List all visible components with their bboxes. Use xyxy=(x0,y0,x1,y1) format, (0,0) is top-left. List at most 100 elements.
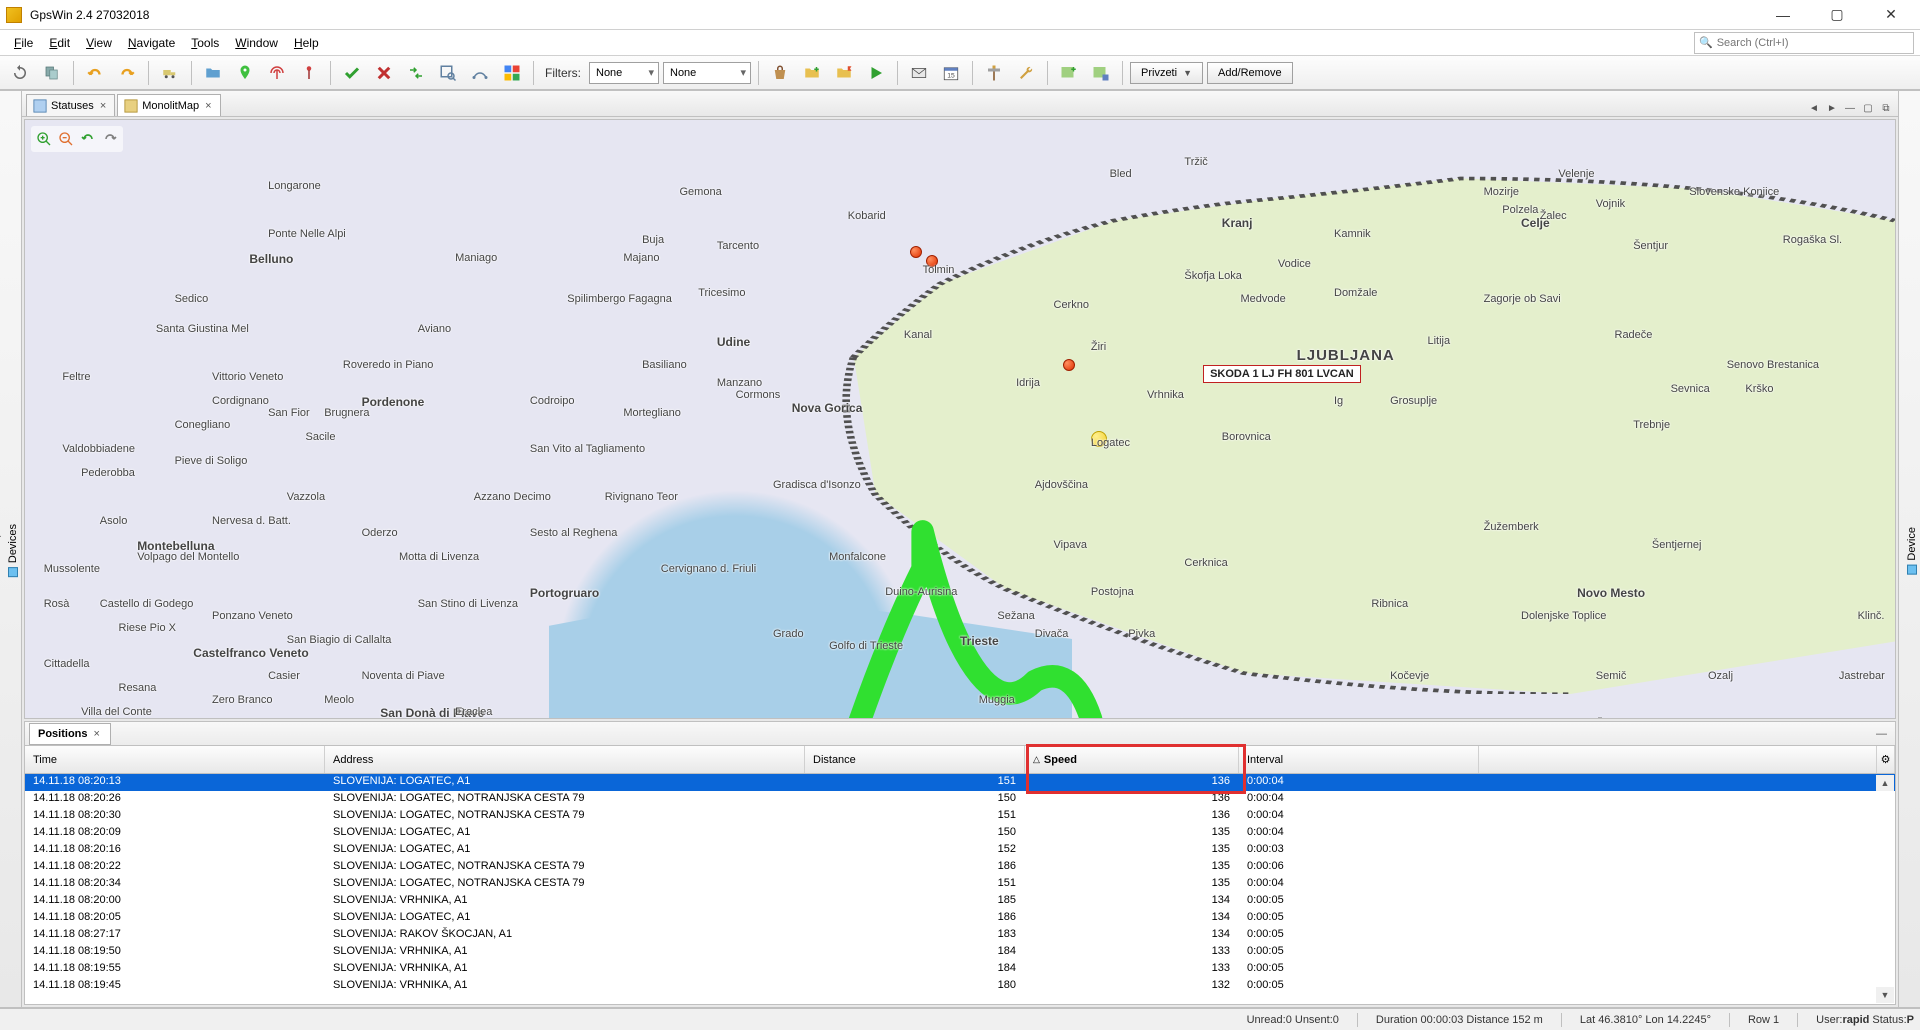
col-time[interactable]: Time xyxy=(25,746,325,773)
zoom-redo-icon[interactable] xyxy=(100,129,120,149)
zoom-in-icon[interactable] xyxy=(34,129,54,149)
tab-monolitmap[interactable]: MonolitMap × xyxy=(117,94,220,116)
city-label: Jastrebar xyxy=(1839,670,1885,682)
tab-next-icon[interactable]: ► xyxy=(1824,100,1840,116)
filter-select-2[interactable]: None xyxy=(663,62,751,84)
toolbar-pin[interactable] xyxy=(295,59,323,87)
tab-statuses[interactable]: Statuses × xyxy=(26,94,115,116)
col-address[interactable]: Address xyxy=(325,746,805,773)
table-row[interactable]: 14.11.18 08:19:55SLOVENIJA: VRHNIKA, A11… xyxy=(25,961,1895,978)
menu-tools[interactable]: Tools xyxy=(183,32,227,54)
city-label: Rivignano Teor xyxy=(605,491,678,503)
city-label: Krško xyxy=(1745,383,1773,395)
menu-view[interactable]: View xyxy=(78,32,120,54)
positions-tab[interactable]: Positions × xyxy=(29,723,111,745)
scroll-up-icon[interactable]: ▲ xyxy=(1876,775,1894,791)
positions-close-icon[interactable]: × xyxy=(92,728,102,740)
add-remove-button[interactable]: Add/Remove xyxy=(1207,62,1293,84)
vehicle-label[interactable]: SKODA 1 LJ FH 801 LVCAN xyxy=(1203,365,1361,383)
col-speed[interactable]: △Speed xyxy=(1025,746,1239,773)
map-view[interactable]: SKODA 1 LJ FH 801 LVCAN LJUBLJANAKranjCe… xyxy=(24,119,1896,719)
city-label: Semič xyxy=(1596,670,1627,682)
toolbar-marker[interactable] xyxy=(231,59,259,87)
title-bar: GpsWin 2.4 27032018 — ▢ ✕ xyxy=(0,0,1920,30)
col-distance[interactable]: Distance xyxy=(805,746,1025,773)
table-row[interactable]: 14.11.18 08:20:05SLOVENIJA: LOGATEC, A11… xyxy=(25,910,1895,927)
toolbar-wrench[interactable] xyxy=(1012,59,1040,87)
toolbar-refresh[interactable] xyxy=(6,59,34,87)
tab-minimize-icon[interactable]: — xyxy=(1842,100,1858,116)
table-row[interactable]: 14.11.18 08:19:45SLOVENIJA: VRHNIKA, A11… xyxy=(25,978,1895,995)
search-input[interactable] xyxy=(1717,37,1909,49)
menu-window[interactable]: Window xyxy=(227,32,286,54)
close-button[interactable]: ✕ xyxy=(1868,1,1914,29)
table-row[interactable]: 14.11.18 08:20:30SLOVENIJA: LOGATEC, NOT… xyxy=(25,808,1895,825)
table-row[interactable]: 14.11.18 08:20:34SLOVENIJA: LOGATEC, NOT… xyxy=(25,876,1895,893)
city-label: Tarcento xyxy=(717,240,759,252)
toolbar-bag[interactable] xyxy=(766,59,794,87)
toolbar-add-map[interactable] xyxy=(1055,59,1083,87)
side-tab-device[interactable]: Device xyxy=(1904,517,1920,585)
toolbar-save-map[interactable] xyxy=(1087,59,1115,87)
city-label: Feltre xyxy=(62,371,90,383)
toolbar-zoom-area[interactable] xyxy=(434,59,462,87)
toolbar-check[interactable] xyxy=(338,59,366,87)
maximize-button[interactable]: ▢ xyxy=(1814,1,1860,29)
positions-minimize-icon[interactable]: — xyxy=(1872,726,1891,742)
toolbar-hammer[interactable] xyxy=(980,59,1008,87)
city-label: Cerknica xyxy=(1184,557,1227,569)
toolbar-play[interactable] xyxy=(862,59,890,87)
toolbar-copy[interactable] xyxy=(38,59,66,87)
zoom-undo-icon[interactable] xyxy=(78,129,98,149)
menu-navigate[interactable]: Navigate xyxy=(120,32,183,54)
minimize-button[interactable]: — xyxy=(1760,1,1806,29)
table-row[interactable]: 14.11.18 08:20:00SLOVENIJA: VRHNIKA, A11… xyxy=(25,893,1895,910)
city-label: Resana xyxy=(119,682,157,694)
tab-restore-icon[interactable]: ⧉ xyxy=(1878,100,1894,116)
col-config-icon[interactable]: ⚙ xyxy=(1877,746,1895,773)
table-row[interactable]: 14.11.18 08:20:22SLOVENIJA: LOGATEC, NOT… xyxy=(25,859,1895,876)
toolbar-vehicle[interactable] xyxy=(156,59,184,87)
col-interval[interactable]: Interval xyxy=(1239,746,1479,773)
zoom-out-icon[interactable] xyxy=(56,129,76,149)
toolbar-mail[interactable] xyxy=(905,59,933,87)
table-row[interactable]: 14.11.18 08:27:17SLOVENIJA: RAKOV ŠKOCJA… xyxy=(25,927,1895,944)
city-label: Manzano xyxy=(717,377,762,389)
side-tab-groups[interactable]: Groups xyxy=(0,516,3,586)
table-row[interactable]: 14.11.18 08:20:13SLOVENIJA: LOGATEC, A11… xyxy=(25,774,1895,791)
tab-close-icon[interactable]: × xyxy=(98,100,108,112)
toolbar-calendar[interactable]: 15 xyxy=(937,59,965,87)
toolbar-open[interactable] xyxy=(199,59,227,87)
preset-select[interactable]: Privzeti▼ xyxy=(1130,62,1203,84)
toolbar-cross[interactable] xyxy=(370,59,398,87)
filter-select-1[interactable]: None xyxy=(589,62,659,84)
toolbar-new-folder[interactable] xyxy=(798,59,826,87)
positions-grid[interactable]: Time Address Distance △Speed Interval ⚙ … xyxy=(25,746,1895,1004)
city-label: Žalec xyxy=(1540,210,1567,222)
tab-close-icon[interactable]: × xyxy=(203,100,213,112)
search-icon: 🔍 xyxy=(1699,36,1713,49)
toolbar-redo[interactable] xyxy=(113,59,141,87)
city-label: Udine xyxy=(717,335,750,349)
city-label: Rosà xyxy=(44,598,70,610)
scroll-down-icon[interactable]: ▼ xyxy=(1876,987,1894,1003)
city-label: Slovenske Konjice xyxy=(1689,186,1779,198)
side-tab-devices[interactable]: Devices xyxy=(5,514,21,587)
table-row[interactable]: 14.11.18 08:20:09SLOVENIJA: LOGATEC, A11… xyxy=(25,825,1895,842)
search-box[interactable]: 🔍 xyxy=(1694,32,1914,54)
toolbar-link[interactable] xyxy=(402,59,430,87)
menu-edit[interactable]: Edit xyxy=(41,32,78,54)
toolbar-route[interactable] xyxy=(466,59,494,87)
menu-file[interactable]: File xyxy=(6,32,41,54)
tab-maximize-icon[interactable]: ▢ xyxy=(1860,100,1876,116)
table-row[interactable]: 14.11.18 08:20:16SLOVENIJA: LOGATEC, A11… xyxy=(25,842,1895,859)
menu-help[interactable]: Help xyxy=(286,32,327,54)
city-label: Divača xyxy=(1035,628,1069,640)
toolbar-google[interactable] xyxy=(498,59,526,87)
toolbar-tower[interactable] xyxy=(263,59,291,87)
table-row[interactable]: 14.11.18 08:19:50SLOVENIJA: VRHNIKA, A11… xyxy=(25,944,1895,961)
toolbar-undo[interactable] xyxy=(81,59,109,87)
tab-prev-icon[interactable]: ◄ xyxy=(1806,100,1822,116)
table-row[interactable]: 14.11.18 08:20:26SLOVENIJA: LOGATEC, NOT… xyxy=(25,791,1895,808)
toolbar-flag-folder[interactable] xyxy=(830,59,858,87)
